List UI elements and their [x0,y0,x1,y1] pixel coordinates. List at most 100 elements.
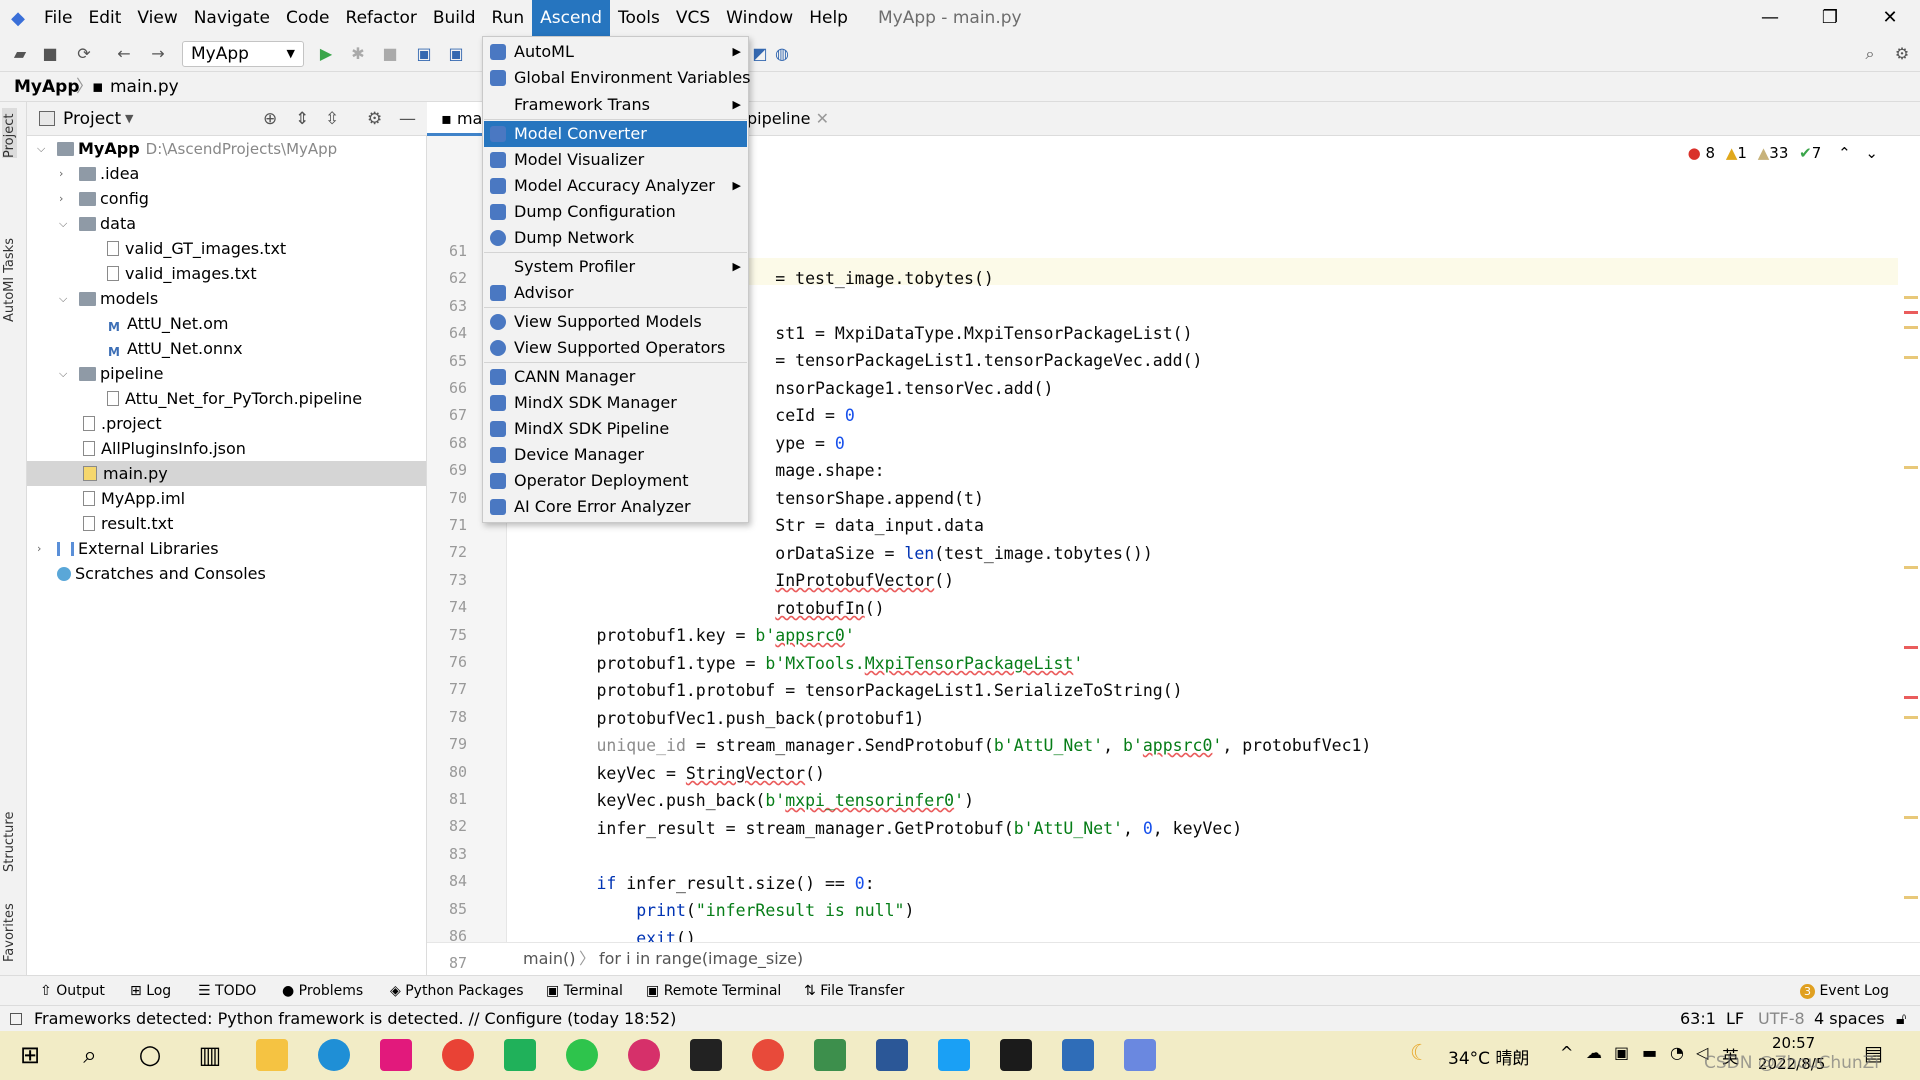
tree-row-pipeline[interactable]: ⌵ pipeline [27,361,426,386]
tray-app-icon[interactable]: ▣ [1614,1043,1629,1062]
project-view-select[interactable]: Project [63,102,121,136]
code-line[interactable]: keyVec.push_back(b'mxpi_tensorinfer0') [517,791,974,810]
menu-item-operator-deployment[interactable]: Operator Deployment [484,468,747,494]
tab-main-py[interactable]: ▪ ma [427,102,487,136]
code-line[interactable]: protobuf1.type = b'MxTools.MxpiTensorPac… [517,654,1083,673]
chevron-down-icon[interactable]: ⌄ [1865,144,1878,162]
tree-row-external-libraries[interactable]: › External Libraries [27,536,426,561]
menu-item-dump-network[interactable]: Dump Network [484,225,747,251]
terminal-icon[interactable] [1000,1039,1032,1071]
tree-row-data[interactable]: ⌵ data [27,211,426,236]
menu-window[interactable]: Window [718,0,801,36]
menu-edit[interactable]: Edit [80,0,129,36]
menu-item-model-converter[interactable]: Model Converter [484,121,747,147]
tree-row-valid-images[interactable]: valid_images.txt [27,261,426,286]
tree-row-main-py[interactable]: main.py [27,461,426,486]
status-toggle-icon[interactable] [10,1013,22,1025]
code-line[interactable]: protobufVec1.push_back(protobuf1) [517,709,924,728]
menu-help[interactable]: Help [801,0,856,36]
tree-row-idea[interactable]: › .idea [27,161,426,186]
chrome-icon[interactable] [442,1039,474,1071]
onedrive-icon[interactable]: ☁ [1586,1043,1602,1062]
run-config-select[interactable]: MyApp ▼ [182,41,304,67]
open-folder-icon[interactable]: ▰ [8,42,32,66]
chevron-right-icon[interactable]: › [59,186,63,211]
search-icon[interactable]: ⌕ [1858,42,1882,66]
tab-event-log[interactable]: 3 Event Log [1800,976,1889,1006]
tab-file-transfer[interactable]: ⇅ File Transfer [804,976,904,1006]
windows-start-icon[interactable]: ⊞ [14,1039,46,1071]
close-icon[interactable]: ✕ [1860,0,1920,36]
tab-todo[interactable]: ☰ TODO [198,976,256,1006]
menu-ascend[interactable]: Ascend [532,0,610,36]
chevron-right-icon[interactable]: › [59,161,63,186]
code-line[interactable]: keyVec = StringVector() [517,764,825,783]
file-encoding[interactable]: UTF-8 [1758,1006,1805,1032]
tab-python-packages[interactable]: ◈ Python Packages [390,976,524,1006]
menu-vcs[interactable]: VCS [668,0,718,36]
ascend-tool-icon[interactable]: ◩ [748,42,772,66]
collapse-all-icon[interactable]: ⇳ [325,102,339,136]
code-line[interactable]: protobuf1.key = b'appsrc0' [517,626,854,645]
tree-row-myapp[interactable]: ⌵ MyApp D:\AscendProjects\MyApp [27,136,426,161]
task-view-icon[interactable]: ▥ [194,1039,226,1071]
tree-row-scratches[interactable]: Scratches and Consoles [27,561,426,586]
tree-row-pipeline-file[interactable]: Attu_Net_for_PyTorch.pipeline [27,386,426,411]
tab-structure[interactable]: Structure [2,782,17,872]
code-line[interactable]: unique_id = stream_manager.SendProtobuf(… [517,736,1371,755]
menu-item-mindx-sdk-manager[interactable]: MindX SDK Manager [484,390,747,416]
menu-item-system-profiler[interactable]: System Profiler ▶ [484,254,747,280]
edge-icon[interactable] [318,1039,350,1071]
forward-icon[interactable]: → [146,42,170,66]
code-line[interactable]: rotobufIn() [517,599,884,618]
wifi-icon[interactable]: ◔ [1670,1043,1684,1062]
status-message[interactable]: Frameworks detected: Python framework is… [34,1006,676,1032]
menu-item-automl[interactable]: AutoML ▶ [484,39,747,65]
tab-pipeline[interactable]: pipeline ✕ [747,102,829,136]
intellij-icon[interactable] [380,1039,412,1071]
chevron-down-icon[interactable]: ⌵ [59,361,67,386]
indent-setting[interactable]: 4 spaces [1814,1006,1885,1032]
menu-navigate[interactable]: Navigate [186,0,278,36]
app-pink-icon[interactable] [628,1039,660,1071]
menu-tools[interactable]: Tools [610,0,668,36]
cortana-icon[interactable]: ○ [134,1039,166,1071]
app-sticky-icon[interactable] [690,1039,722,1071]
menu-item-global-env[interactable]: Global Environment Variables [484,65,751,91]
chevron-down-icon[interactable]: ⌵ [59,286,67,311]
welink-icon[interactable] [938,1039,970,1071]
pycharm-icon[interactable] [504,1039,536,1071]
tree-row-models[interactable]: ⌵ models [27,286,426,311]
app-wechat-icon[interactable] [814,1039,846,1071]
tab-terminal[interactable]: ▣ Terminal [546,976,623,1006]
code-line[interactable]: orDataSize = len(test_image.tobytes()) [517,544,1153,563]
menu-view[interactable]: View [129,0,185,36]
tab-output[interactable]: ⇧ Output [40,976,105,1006]
chevron-right-icon[interactable]: › [37,536,41,561]
menu-item-device-manager[interactable]: Device Manager [484,442,747,468]
back-icon[interactable]: ← [112,42,136,66]
tree-row-valid-gt-images[interactable]: valid_GT_images.txt [27,236,426,261]
tree-row-myapp-iml[interactable]: MyApp.iml [27,486,426,511]
tree-row-attu-om[interactable]: M AttU_Net.om [27,311,426,336]
gear-icon[interactable]: ⚙ [367,102,382,136]
ascend-refresh-icon[interactable]: ◍ [770,42,794,66]
battery-icon[interactable]: ▬ [1642,1043,1657,1062]
run-icon[interactable]: ▶ [314,42,338,66]
menu-item-view-operators[interactable]: View Supported Operators [484,335,747,361]
menu-item-framework-trans[interactable]: Framework Trans ▶ [484,92,747,118]
minimize-icon[interactable]: — [1740,0,1800,36]
tab-project[interactable]: Project [2,108,17,158]
restore-icon[interactable]: ❐ [1800,0,1860,36]
menu-code[interactable]: Code [278,0,338,36]
menu-file[interactable]: File [36,0,80,36]
lock-icon[interactable]: 🔓︎ [1896,1006,1906,1032]
menu-refactor[interactable]: Refactor [338,0,425,36]
tab-automl-tasks[interactable]: AutoMl Tasks [2,202,17,322]
tree-row-config[interactable]: › config [27,186,426,211]
menu-build[interactable]: Build [425,0,484,36]
chevron-down-icon[interactable]: ▼ [125,102,133,136]
tray-chevron-icon[interactable]: ^ [1560,1043,1573,1062]
menu-run[interactable]: Run [484,0,533,36]
close-tab-icon[interactable]: ✕ [816,109,829,128]
